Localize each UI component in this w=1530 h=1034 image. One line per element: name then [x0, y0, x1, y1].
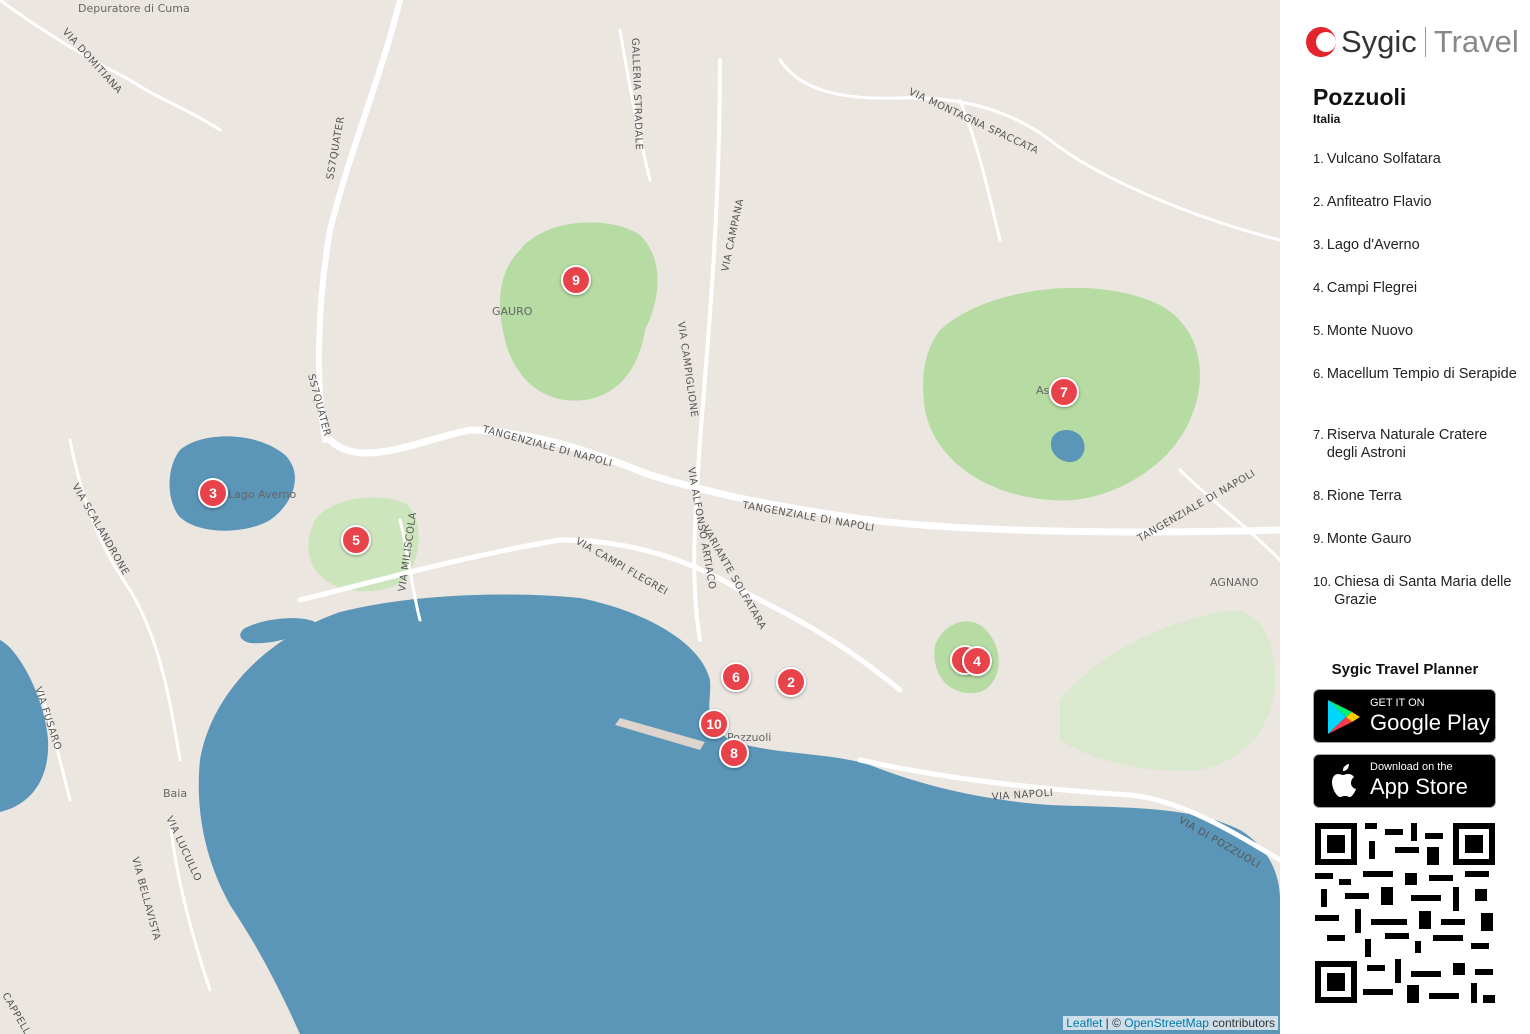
sygic-logo-icon	[1306, 27, 1336, 57]
poi-name: Monte Gauro	[1326, 531, 1412, 547]
map-attribution: Leaflet | © OpenStreetMap contributors	[1063, 1016, 1278, 1030]
map-marker[interactable]: 4	[962, 646, 992, 676]
app-store-big-label: App Store	[1370, 774, 1468, 799]
map-marker[interactable]: 8	[719, 738, 749, 768]
logo-travel-text: Travel	[1433, 24, 1519, 59]
poi-item: 5. Monte Nuovo	[1313, 322, 1518, 365]
poi-number: 10.	[1313, 574, 1332, 589]
country-label: Italia	[1313, 112, 1341, 126]
map-marker[interactable]: 9	[561, 265, 591, 295]
poi-name: Chiesa di Santa Maria delle Grazie	[1334, 574, 1512, 608]
map[interactable]: VIA DOMITIANA SS7QUATER SS7QUATER GALLER…	[0, 0, 1280, 1034]
sidebar: Sygic Travel Pozzuoli Italia 1. Vulcano S…	[1280, 0, 1530, 1034]
poi-item: 4. Campi Flegrei	[1313, 279, 1518, 322]
poi-number: 4.	[1313, 280, 1324, 295]
openstreetmap-link[interactable]: OpenStreetMap	[1124, 1016, 1209, 1030]
poi-number: 8.	[1313, 488, 1324, 503]
place-label: Lago Averno	[228, 488, 297, 501]
attribution-separator: | ©	[1102, 1016, 1125, 1030]
poi-number: 7.	[1313, 427, 1324, 442]
logo-sygic-text: Sygic	[1341, 24, 1417, 59]
google-play-small-label: GET IT ON	[1370, 697, 1425, 709]
attribution-tail: contributors	[1208, 1016, 1275, 1030]
map-marker[interactable]: 7	[1049, 377, 1079, 407]
google-play-big-label: Google Play	[1370, 710, 1490, 735]
apple-icon	[1332, 764, 1356, 797]
brand-logo: Sygic Travel	[1305, 22, 1519, 62]
poi-item: 2. Anfiteatro Flavio	[1313, 193, 1518, 236]
place-label: Baia	[163, 787, 187, 800]
map-canvas[interactable]: VIA DOMITIANA SS7QUATER SS7QUATER GALLER…	[0, 0, 1280, 1034]
logo-divider	[1424, 27, 1426, 57]
poi-name: Rione Terra	[1326, 488, 1402, 504]
place-label: Depuratore di Cuma	[78, 2, 190, 15]
poi-number: 1.	[1313, 151, 1324, 166]
planner-title: Sygic Travel Planner	[1331, 661, 1479, 678]
poi-name: Vulcano Solfatara	[1326, 151, 1441, 167]
city-title: Pozzuoli	[1313, 84, 1407, 110]
poi-name: Macellum Tempio di Serapide	[1326, 366, 1517, 382]
poi-item: 10. Chiesa di Santa Maria delle Grazie	[1313, 573, 1518, 616]
map-marker[interactable]: 2	[776, 667, 806, 697]
poi-number: 6.	[1313, 366, 1324, 381]
poi-name: Campi Flegrei	[1326, 280, 1418, 296]
google-play-icon	[1328, 700, 1360, 734]
map-marker[interactable]: 6	[721, 662, 751, 692]
poi-item: 3. Lago d'Averno	[1313, 236, 1518, 279]
app-store-button[interactable]: Download on the App Store	[1313, 754, 1496, 808]
place-label: GAURO	[492, 305, 533, 318]
leaflet-link[interactable]: Leaflet	[1066, 1016, 1102, 1030]
map-marker[interactable]: 10	[699, 709, 729, 739]
poi-number: 5.	[1313, 323, 1324, 338]
poi-number: 2.	[1313, 194, 1324, 209]
qr-code-icon[interactable]	[1315, 823, 1495, 1003]
poi-number: 9.	[1313, 531, 1324, 546]
google-play-button[interactable]: GET IT ON Google Play	[1313, 689, 1496, 743]
poi-number: 3.	[1313, 237, 1324, 252]
poi-item: 7. Riserva Naturale Cratere degli Astroni	[1313, 426, 1518, 487]
poi-name: Anfiteatro Flavio	[1326, 194, 1432, 210]
app-store-small-label: Download on the	[1370, 761, 1453, 773]
poi-item: 9. Monte Gauro	[1313, 530, 1518, 573]
poi-list: 1. Vulcano Solfatara 2. Anfiteatro Flavio …	[1313, 150, 1518, 616]
poi-item: 8. Rione Terra	[1313, 487, 1518, 530]
map-marker[interactable]: 3	[198, 478, 228, 508]
poi-item: 1. Vulcano Solfatara	[1313, 150, 1518, 193]
poi-name: Riserva Naturale Cratere degli Astroni	[1326, 427, 1488, 461]
poi-item: 6. Macellum Tempio di Serapide	[1313, 365, 1518, 426]
map-marker[interactable]: 5	[341, 525, 371, 555]
poi-name: Monte Nuovo	[1326, 323, 1414, 339]
poi-name: Lago d'Averno	[1326, 237, 1420, 253]
place-label: AGNANO	[1210, 576, 1259, 589]
